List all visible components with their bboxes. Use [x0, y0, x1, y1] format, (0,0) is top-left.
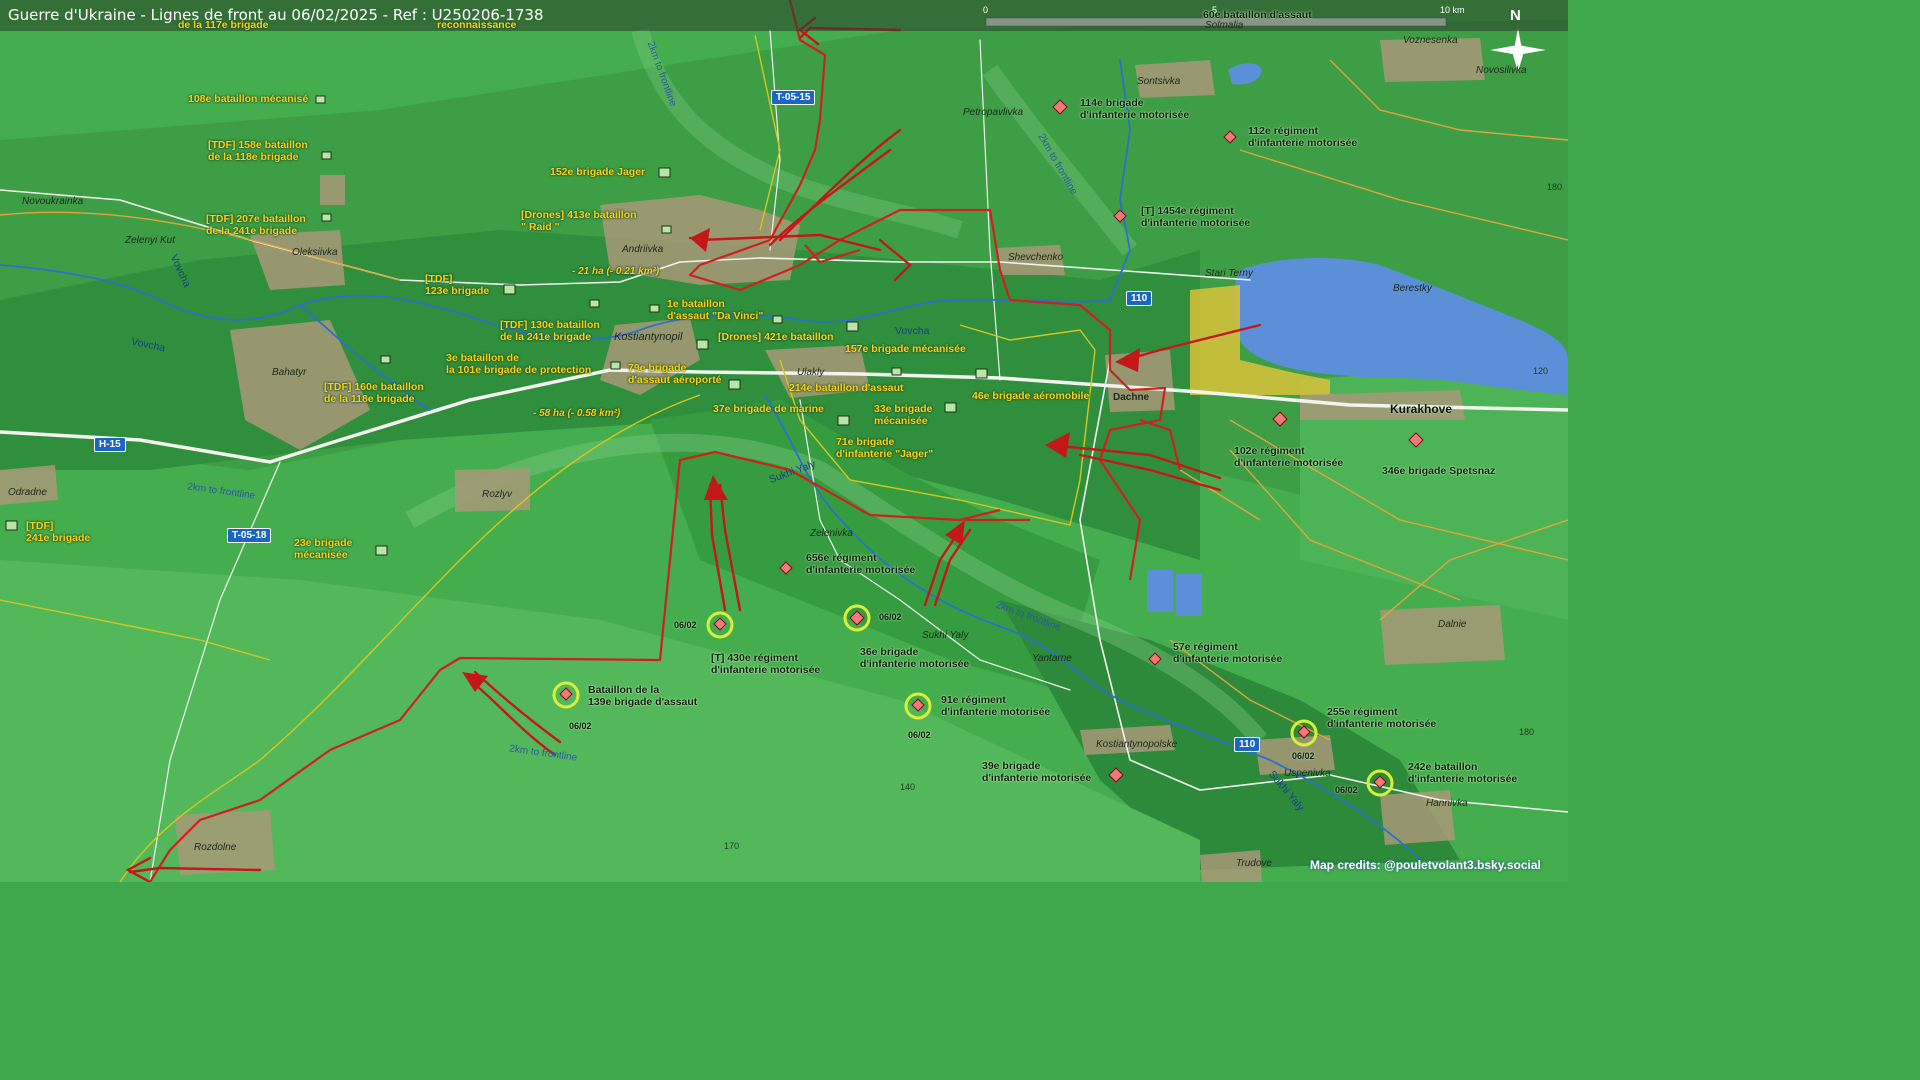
- attack-date-label: 06/02: [569, 721, 592, 731]
- ua-unit-label[interactable]: 1e bataillon d'assaut "Da Vinci": [667, 298, 763, 322]
- ua-unit-label[interactable]: 37e brigade de marine: [713, 403, 824, 415]
- town-label: Kostiantynopil: [614, 331, 683, 343]
- area-change-label: - 58 ha (- 0.58 km²): [533, 408, 621, 419]
- ru-unit-label[interactable]: 242e bataillon d'infanterie motorisée: [1408, 761, 1517, 785]
- ru-unit-label[interactable]: [T] 430e régiment d'infanterie motorisée: [711, 652, 820, 676]
- ua-unit-label[interactable]: 33e brigade mécanisée: [874, 403, 932, 427]
- ua-unit-label[interactable]: 214e bataillon d'assaut: [789, 382, 904, 394]
- ru-unit-label[interactable]: 36e brigade d'infanterie motorisée: [860, 646, 969, 670]
- town-label: Zelenyi Kut: [125, 235, 176, 246]
- ua-unit-label[interactable]: 108e bataillon mécanisé: [188, 93, 308, 105]
- ua-unit-label[interactable]: 157e brigade mécanisée: [845, 343, 966, 355]
- town-label: Dalnie: [1438, 619, 1467, 630]
- town-label: Solmalia: [1205, 20, 1244, 31]
- ru-unit-label[interactable]: [T] 1454e régiment d'infanterie motorisé…: [1141, 205, 1250, 229]
- elevation-label: 120: [1533, 366, 1549, 376]
- ua-unit-label[interactable]: 152e brigade Jager: [550, 166, 645, 178]
- unit-label[interactable]: 60e bataillon d'assaut: [1203, 9, 1312, 21]
- town-label: Berestky: [1393, 283, 1432, 294]
- town-label: Oleksiivka: [292, 247, 338, 258]
- ru-unit-label[interactable]: Bataillon de la 139e brigade d'assaut: [588, 684, 697, 708]
- road-marker: 110: [1126, 291, 1153, 306]
- ua-unit-label[interactable]: [TDF] 158e bataillon de la 118e brigade: [208, 139, 308, 163]
- ru-unit-label[interactable]: 255e régiment d'infanterie motorisée: [1327, 706, 1436, 730]
- ru-unit-label[interactable]: 346e brigade Spetsnaz: [1382, 465, 1495, 477]
- town-label: Stari Terny: [1205, 268, 1253, 279]
- town-label: Yantarne: [1032, 653, 1072, 664]
- attack-date-label: 06/02: [1335, 785, 1358, 795]
- road-marker: T-05-15: [771, 90, 816, 105]
- town-label: Dachne: [1113, 392, 1150, 403]
- elevation-label: 170: [724, 841, 740, 851]
- attack-date-label: 06/02: [674, 620, 697, 630]
- ru-unit-label[interactable]: 91e régiment d'infanterie motorisée: [941, 694, 1050, 718]
- ua-unit-label[interactable]: 71e brigade d'infanterie "Jager": [836, 436, 933, 460]
- ua-unit-label[interactable]: reconnaissance: [437, 19, 516, 31]
- town-label: Zelenivka: [810, 528, 853, 539]
- town-label: Ulakly: [797, 367, 825, 378]
- ru-unit-label[interactable]: 114e brigade d'infanterie motorisée: [1080, 97, 1189, 121]
- elevation-label: 140: [900, 782, 916, 792]
- ua-unit-label[interactable]: 79e brigade d'assaut aéroporté: [628, 362, 722, 386]
- town-label: Novosilivka: [1476, 65, 1527, 76]
- town-label: Petropavlivka: [963, 107, 1024, 118]
- map-canvas[interactable]: Guerre d'Ukraine - Lignes de front au 06…: [0, 0, 1568, 882]
- area-change-label: - 21 ha (- 0.21 km²): [572, 266, 660, 277]
- road-marker: H-15: [94, 437, 126, 452]
- town-label: Rozdolne: [194, 842, 237, 853]
- ru-unit-label[interactable]: 39e brigade d'infanterie motorisée: [982, 760, 1091, 784]
- ru-unit-label[interactable]: 112e régiment d'infanterie motorisée: [1248, 125, 1357, 149]
- town-label: Trudove: [1236, 858, 1272, 869]
- scale-start-label: 0: [983, 5, 989, 15]
- ua-unit-label[interactable]: [Drones] 421e bataillon: [718, 331, 834, 343]
- town-label: Sukhi Yaly: [922, 630, 969, 641]
- ua-unit-label[interactable]: [TDF] 130e bataillon de la 241e brigade: [500, 319, 600, 343]
- town-label: Sontsivka: [1137, 76, 1181, 87]
- ua-unit-label[interactable]: 3e bataillon de la 101e brigade de prote…: [446, 352, 591, 376]
- attack-date-label: 06/02: [1292, 751, 1315, 761]
- town-label: Kostiantynopolske: [1096, 739, 1178, 750]
- elevation-label: 180: [1547, 182, 1563, 192]
- attack-date-label: 06/02: [908, 730, 931, 740]
- map-credits[interactable]: Map credits: @pouletvolant3.bsky.social: [1310, 858, 1541, 872]
- town-label: Andriivka: [622, 244, 664, 255]
- river-label: Vovcha: [895, 325, 930, 337]
- ua-unit-label[interactable]: de la 117e brigade: [178, 19, 268, 31]
- elevation-label: 180: [1519, 727, 1535, 737]
- ua-unit-label[interactable]: 46e brigade aéromobile: [972, 390, 1089, 402]
- ua-unit-label[interactable]: [TDF] 160e bataillon de la 118e brigade: [324, 381, 424, 405]
- town-label: Novoukrainka: [22, 196, 84, 207]
- attack-date-label: 06/02: [879, 612, 902, 622]
- town-label: Shevchenko: [1008, 252, 1064, 263]
- ru-unit-label[interactable]: 102e régiment d'infanterie motorisée: [1234, 445, 1343, 469]
- ru-unit-label[interactable]: 57e régiment d'infanterie motorisée: [1173, 641, 1282, 665]
- ua-unit-label[interactable]: [TDF] 241e brigade: [26, 520, 90, 544]
- ua-unit-label[interactable]: [TDF] 123e brigade: [425, 273, 489, 297]
- road-marker: T-05-18: [227, 528, 272, 543]
- ua-unit-label[interactable]: 23e brigade mécanisée: [294, 537, 352, 561]
- road-marker: 110: [1234, 737, 1261, 752]
- ua-unit-label[interactable]: [Drones] 413e bataillon " Raid ": [521, 209, 637, 233]
- scale-end-label: 10 km: [1440, 5, 1465, 15]
- town-label: Voznesenka: [1403, 35, 1458, 46]
- town-label: Bahatyr: [272, 367, 307, 378]
- town-label: Hannivka: [1426, 798, 1468, 809]
- ua-unit-label[interactable]: [TDF] 207e bataillon de la 241e brigade: [206, 213, 306, 237]
- town-label: Odradne: [8, 487, 47, 498]
- town-label: Rozlyv: [482, 489, 513, 500]
- town-label-kurakhove: Kurakhove: [1390, 402, 1453, 416]
- ru-unit-label[interactable]: 656e régiment d'infanterie motorisée: [806, 552, 915, 576]
- town-label: Uspenivka: [1284, 768, 1331, 779]
- north-arrow-icon: N: [1510, 7, 1521, 24]
